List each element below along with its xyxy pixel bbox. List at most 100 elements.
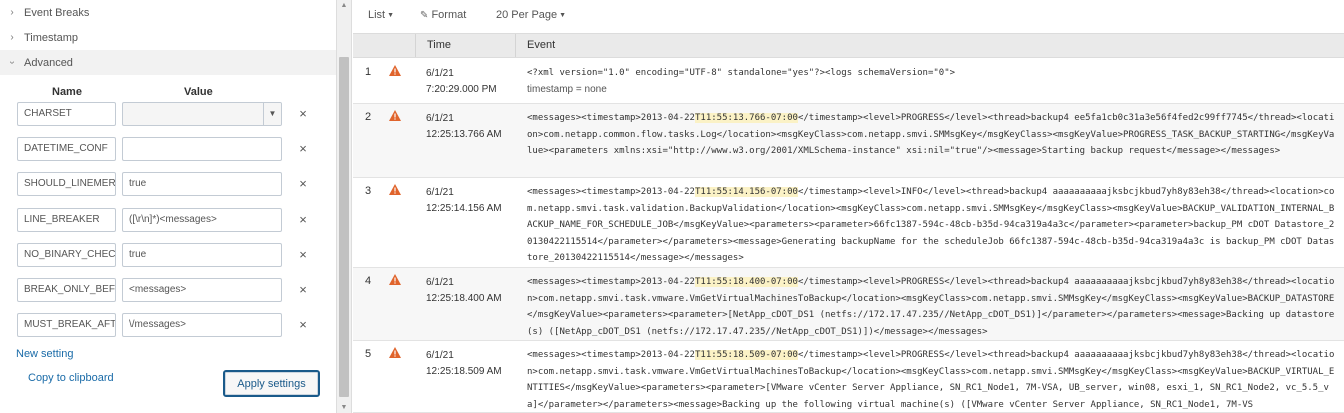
column-header-event[interactable]: Event (527, 34, 555, 57)
column-header-value: Value (184, 86, 213, 98)
remove-setting-icon[interactable]: × (297, 243, 309, 267)
setting-name-input[interactable]: LINE_BREAKER (17, 208, 116, 232)
column-header-name: Name (52, 86, 82, 98)
event-raw-text[interactable]: <messages><timestamp>2013-04-22T11:55:14… (527, 184, 1339, 267)
warning-icon[interactable] (389, 347, 401, 358)
list-view-dropdown[interactable]: List ▼ (368, 9, 394, 21)
event-date: 6/1/21 (426, 277, 454, 288)
chevron-down-icon: › (6, 60, 18, 65)
event-number: 4 (365, 275, 372, 287)
event-text-prefix: <messages><timestamp>2013-04-22 (527, 113, 695, 123)
event-date: 6/1/21 (426, 113, 454, 124)
setting-name-input[interactable]: MUST_BREAK_AFTER (17, 313, 116, 337)
settings-panel: › Event Breaks › Timestamp › Advanced Na… (0, 0, 336, 413)
pencil-icon: ✎ (420, 10, 429, 21)
event-time: 6/1/21 12:25:14.156 AM (426, 185, 502, 217)
event-text-prefix: <messages><timestamp>2013-04-22 (527, 350, 695, 360)
new-setting-link[interactable]: New setting (16, 348, 73, 360)
event-clock-time: 12:25:18.400 AM (426, 293, 502, 304)
caret-down-icon: ▼ (559, 12, 567, 19)
remove-setting-icon[interactable]: × (297, 313, 309, 337)
scroll-down-arrow-icon[interactable]: ▼ (337, 404, 351, 411)
event-raw-text[interactable]: <?xml version="1.0" encoding="UTF-8" sta… (527, 65, 1339, 98)
setting-name-input[interactable]: NO_BINARY_CHECK (17, 243, 116, 267)
event-date: 6/1/21 (426, 350, 454, 361)
setting-name-input[interactable]: BREAK_ONLY_BEFORE (17, 278, 116, 302)
event-row[interactable]: 2 6/1/21 12:25:13.766 AM <messages><timesta… (353, 104, 1344, 178)
event-row[interactable]: 3 6/1/21 12:25:14.156 AM <messages><timesta… (353, 178, 1344, 268)
setting-value-input[interactable]: <messages> (122, 278, 282, 302)
column-divider (515, 34, 516, 57)
event-row[interactable]: 4 6/1/21 12:25:18.400 AM <messages><timesta… (353, 268, 1344, 341)
per-page-label: 20 Per Page (496, 9, 558, 21)
remove-setting-icon[interactable]: × (297, 137, 309, 161)
section-label: Timestamp (24, 31, 78, 44)
vertical-scrollbar[interactable]: ▲ ▼ (336, 0, 352, 413)
section-advanced[interactable]: › Advanced (0, 50, 336, 75)
warning-icon[interactable] (389, 274, 401, 285)
remove-setting-icon[interactable]: × (297, 172, 309, 196)
event-raw-text[interactable]: <messages><timestamp>2013-04-22T11:55:13… (527, 110, 1339, 160)
caret-down-icon[interactable]: ▼ (263, 103, 281, 125)
column-header-time[interactable]: Time (427, 34, 451, 57)
section-label: Event Breaks (24, 6, 90, 19)
warning-icon[interactable] (389, 110, 401, 121)
events-table-header: Time Event (353, 33, 1344, 58)
highlighted-timestamp: T11:55:18.509-07:00 (694, 350, 798, 360)
setting-value-input[interactable] (122, 137, 282, 161)
scroll-up-arrow-icon[interactable]: ▲ (337, 2, 351, 9)
chevron-right-icon: › (10, 32, 14, 43)
event-number: 2 (365, 111, 372, 123)
event-text-prefix: <messages><timestamp>2013-04-22 (527, 187, 695, 197)
event-time: 6/1/21 12:25:13.766 AM (426, 111, 502, 143)
column-divider (415, 34, 416, 57)
format-button[interactable]: ✎ Format (420, 9, 466, 21)
setting-value-input[interactable]: ([\r\n]*)<messages> (122, 208, 282, 232)
event-clock-time: 12:25:14.156 AM (426, 203, 502, 214)
warning-icon[interactable] (389, 65, 401, 76)
event-date: 6/1/21 (426, 187, 454, 198)
setting-value-text: true (129, 249, 147, 260)
setting-name-input[interactable]: CHARSET (17, 102, 116, 126)
setting-value-text: ([\r\n]*)<messages> (129, 214, 217, 225)
section-label: Advanced (24, 56, 73, 69)
event-number: 1 (365, 66, 372, 78)
setting-name-input[interactable]: DATETIME_CONF (17, 137, 116, 161)
event-field-summary: timestamp = none (527, 83, 607, 95)
events-panel: List ▼ ✎ Format 20 Per Page ▼ Time Event 1… (353, 0, 1344, 413)
copy-to-clipboard-link[interactable]: Copy to clipboard (28, 372, 114, 384)
chevron-right-icon: › (10, 7, 14, 18)
remove-setting-icon[interactable]: × (297, 102, 309, 126)
setting-value-text: true (129, 178, 147, 189)
event-text-prefix: <?xml version="1.0" encoding="UTF-8" sta… (527, 68, 956, 78)
per-page-dropdown[interactable]: 20 Per Page ▼ (496, 9, 566, 21)
charset-select[interactable]: ▼ (122, 102, 282, 126)
event-row[interactable]: 1 6/1/21 7:20:29.000 PM <?xml version="1.0"… (353, 59, 1344, 104)
setting-value-text: <messages> (129, 284, 187, 295)
event-row[interactable]: 5 6/1/21 12:25:18.509 AM <messages><timesta… (353, 341, 1344, 413)
event-clock-time: 12:25:13.766 AM (426, 129, 502, 140)
setting-value-input[interactable]: true (122, 243, 282, 267)
section-event-breaks[interactable]: › Event Breaks (0, 0, 336, 25)
setting-value-input[interactable]: \/messages> (122, 313, 282, 337)
caret-down-icon: ▼ (387, 12, 395, 19)
warning-icon[interactable] (389, 184, 401, 195)
remove-setting-icon[interactable]: × (297, 208, 309, 232)
event-raw-text[interactable]: <messages><timestamp>2013-04-22T11:55:18… (527, 274, 1339, 340)
event-time: 6/1/21 12:25:18.400 AM (426, 275, 502, 307)
setting-value-input[interactable]: true (122, 172, 282, 196)
event-number: 5 (365, 348, 372, 360)
highlighted-timestamp: T11:55:18.400-07:00 (694, 277, 798, 287)
section-timestamp[interactable]: › Timestamp (0, 25, 336, 50)
event-text-prefix: <messages><timestamp>2013-04-22 (527, 277, 695, 287)
event-time: 6/1/21 12:25:18.509 AM (426, 348, 502, 380)
setting-name-input[interactable]: SHOULD_LINEMERGE (17, 172, 116, 196)
scrollbar-thumb[interactable] (339, 57, 349, 397)
event-text-body: </timestamp><level>INFO</level><thread>b… (527, 187, 1335, 263)
event-clock-time: 12:25:18.509 AM (426, 366, 502, 377)
apply-settings-button[interactable]: Apply settings (223, 370, 320, 397)
remove-setting-icon[interactable]: × (297, 278, 309, 302)
event-raw-text[interactable]: <messages><timestamp>2013-04-22T11:55:18… (527, 347, 1339, 413)
setting-value-text: \/messages> (129, 319, 186, 330)
list-label: List (368, 9, 386, 21)
